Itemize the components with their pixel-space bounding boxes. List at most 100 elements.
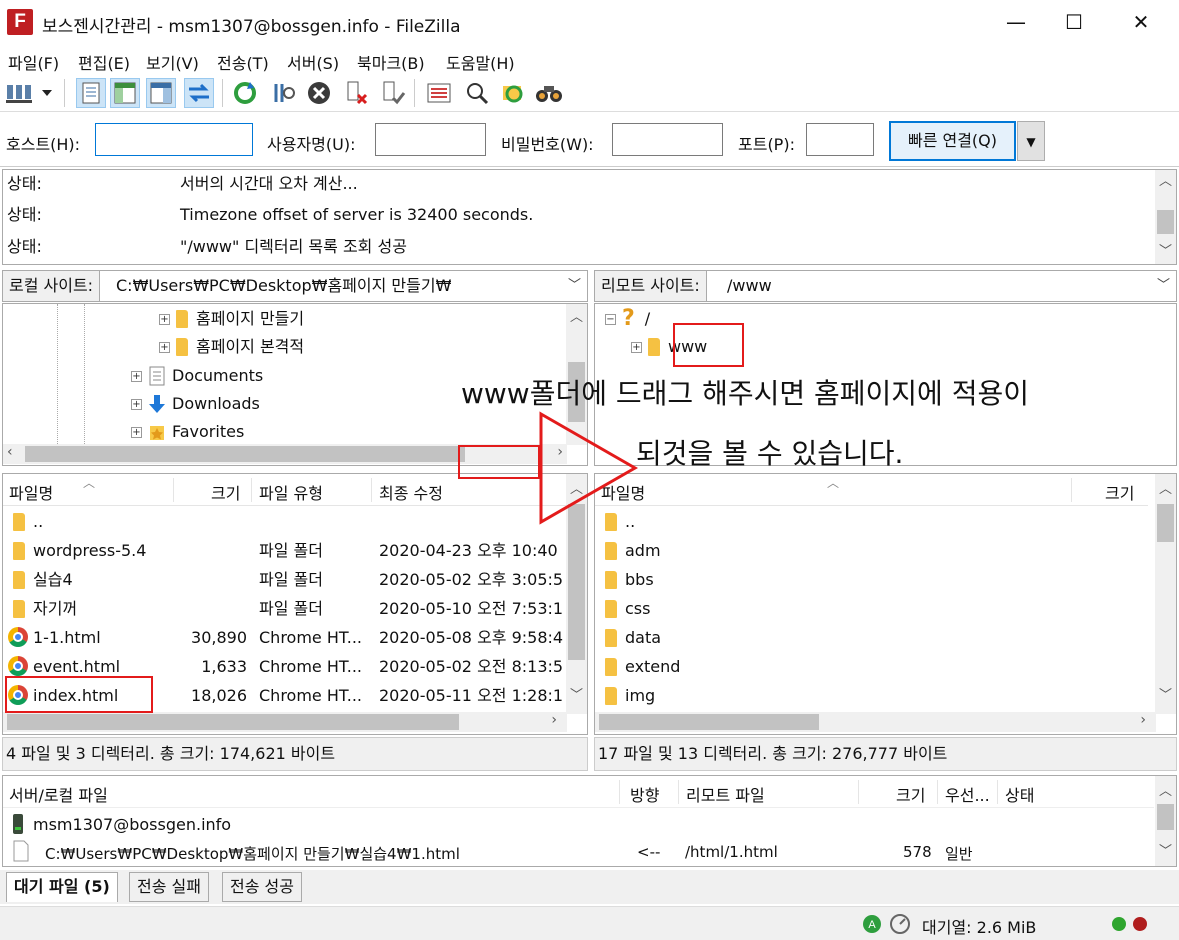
minimize-button[interactable]: — — [987, 0, 1045, 44]
scroll-right-icon[interactable]: › — [1140, 712, 1146, 728]
column-size[interactable]: 크기 — [896, 782, 925, 806]
tree-item-label: 홈페이지 만들기 — [196, 309, 305, 328]
process-queue-icon[interactable] — [268, 78, 298, 108]
scroll-left-icon[interactable]: ‹ — [7, 444, 13, 460]
dropdown-arrow-icon[interactable] — [36, 78, 58, 108]
table-row[interactable]: 자기꺼 파일 폴더 2020-05-10 오전 7:53:1 — [3, 594, 563, 623]
folder-icon — [13, 600, 25, 618]
file-name: 실습4 — [33, 570, 73, 589]
column-type[interactable]: 파일 유형 — [259, 480, 323, 504]
password-input[interactable] — [612, 123, 723, 156]
remote-tree-icon[interactable] — [146, 78, 176, 108]
column-size[interactable]: 크기 — [1105, 480, 1134, 504]
message-log-icon[interactable] — [76, 78, 106, 108]
local-path-input[interactable]: C:₩Users₩PC₩Desktop₩홈페이지 만들기₩ — [116, 271, 451, 301]
username-input[interactable] — [375, 123, 486, 156]
queue-scrollbar[interactable]: ︿ ﹀ — [1155, 776, 1176, 866]
remote-file-list: 파일명 ︿ 크기 .. adm bbs css data extend img ︿ ﹀ › — [594, 473, 1177, 735]
folder-icon — [605, 600, 617, 618]
tree-item[interactable]: + 홈페이지 만들기 — [159, 306, 304, 332]
table-row[interactable]: .. — [595, 507, 1145, 536]
tab-failed-transfers[interactable]: 전송 실패 — [129, 872, 209, 902]
port-input[interactable] — [806, 123, 874, 156]
tree-item[interactable]: + Favorites — [131, 419, 244, 445]
table-row[interactable]: 실습4 파일 폴더 2020-05-02 오후 3:05:5 — [3, 565, 563, 594]
file-type: Chrome HT... — [259, 628, 363, 647]
scroll-up-icon[interactable]: ︿ — [1155, 172, 1176, 192]
site-manager-icon[interactable] — [4, 78, 34, 108]
chevron-down-icon[interactable]: ﹀ — [568, 271, 581, 301]
tab-successful-transfers[interactable]: 전송 성공 — [222, 872, 302, 902]
table-row[interactable]: img — [595, 681, 1145, 710]
chrome-icon — [8, 656, 28, 676]
column-name[interactable]: 파일명 — [9, 480, 53, 504]
toolbar — [0, 74, 1179, 112]
reconnect-icon[interactable] — [378, 78, 408, 108]
menu-transfer[interactable]: 전송(T) — [217, 50, 269, 74]
queue-server-row[interactable]: msm1307@bossgen.info — [11, 812, 231, 836]
table-row[interactable]: .. — [3, 507, 563, 536]
message-log: 상태: 서버의 시간대 오차 계산... 상태: Timezone offset… — [2, 169, 1177, 265]
tree-item[interactable]: −? / — [605, 306, 650, 332]
table-row[interactable]: 1-1.html 30,890 Chrome HT... 2020-05-08 오후 … — [3, 623, 563, 652]
column-size[interactable]: 크기 — [211, 480, 240, 504]
table-row[interactable]: wordpress-5.4 파일 폴더 2020-04-23 오후 10:40 — [3, 536, 563, 565]
menu-server[interactable]: 서버(S) — [287, 50, 339, 74]
window-title: 보스젠시간관리 - msm1307@bossgen.info - FileZil… — [42, 17, 461, 37]
folder-icon — [605, 571, 617, 589]
scroll-down-icon[interactable]: ﹀ — [566, 686, 587, 706]
menu-edit[interactable]: 편집(E) — [78, 50, 130, 74]
local-tree-icon[interactable] — [110, 78, 140, 108]
close-button[interactable]: ✕ — [1112, 0, 1170, 44]
column-priority[interactable]: 우선... — [945, 782, 990, 806]
file-name: data — [625, 628, 662, 647]
column-remote-file[interactable]: 리모트 파일 — [686, 782, 765, 806]
tree-item[interactable]: + Documents — [131, 363, 263, 389]
refresh-icon[interactable] — [230, 78, 260, 108]
maximize-button[interactable]: ☐ — [1045, 0, 1103, 44]
table-row[interactable]: data — [595, 623, 1145, 652]
table-row[interactable]: adm — [595, 536, 1145, 565]
scroll-down-icon[interactable]: ﹀ — [1155, 686, 1176, 706]
remote-list-hscrollbar[interactable]: › — [595, 712, 1156, 732]
scroll-right-icon[interactable]: › — [551, 712, 557, 728]
tree-item[interactable]: + 홈페이지 본격적 — [159, 334, 304, 360]
log-scrollbar[interactable]: ︿ ﹀ — [1155, 170, 1176, 264]
tab-queued-files[interactable]: 대기 파일 (5) — [6, 872, 118, 902]
remote-path-input[interactable]: /www — [727, 271, 772, 301]
file-type: 파일 폴더 — [259, 570, 323, 589]
cancel-icon[interactable] — [304, 78, 334, 108]
menu-file[interactable]: 파일(F) — [8, 50, 59, 74]
scroll-down-icon[interactable]: ﹀ — [1155, 242, 1176, 262]
scroll-up-icon[interactable]: ︿ — [1155, 782, 1176, 802]
menu-bookmarks[interactable]: 북마크(B) — [357, 50, 425, 74]
table-row[interactable]: bbs — [595, 565, 1145, 594]
sync-browse-icon[interactable] — [498, 78, 528, 108]
column-direction[interactable]: 방향 — [630, 782, 659, 806]
menu-help[interactable]: 도움말(H) — [446, 50, 515, 74]
compare-icon[interactable] — [462, 78, 492, 108]
disconnect-icon[interactable] — [342, 78, 372, 108]
host-input[interactable] — [95, 123, 253, 156]
chevron-down-icon[interactable]: ﹀ — [1157, 271, 1170, 301]
column-modified[interactable]: 최종 수정 — [379, 480, 443, 504]
queue-item-row[interactable]: C:₩Users₩PC₩Desktop₩홈페이지 만들기₩실습4₩1.html … — [11, 840, 1151, 864]
remote-list-scrollbar[interactable]: ︿ ﹀ — [1155, 474, 1176, 714]
scroll-up-icon[interactable]: ︿ — [566, 308, 587, 328]
tree-item[interactable]: + Downloads — [131, 391, 260, 417]
quickconnect-dropdown[interactable]: ▼ — [1017, 121, 1045, 161]
dir-listing-filter-icon[interactable] — [424, 78, 454, 108]
menu-view[interactable]: 보기(V) — [146, 50, 199, 74]
search-icon[interactable] — [534, 78, 564, 108]
local-list-hscrollbar[interactable]: › — [3, 712, 567, 732]
scroll-up-icon[interactable]: ︿ — [1155, 480, 1176, 500]
transfer-queue-icon[interactable] — [184, 78, 214, 108]
column-server-local[interactable]: 서버/로컬 파일 — [9, 782, 108, 806]
table-row[interactable]: css — [595, 594, 1145, 623]
local-site-label: 로컬 사이트: — [3, 271, 101, 301]
quickconnect-button[interactable]: 빠른 연결(Q) — [889, 121, 1016, 161]
scroll-down-icon[interactable]: ﹀ — [1155, 842, 1176, 862]
file-name: css — [625, 599, 651, 618]
table-row[interactable]: extend — [595, 652, 1145, 681]
column-status[interactable]: 상태 — [1005, 782, 1034, 806]
